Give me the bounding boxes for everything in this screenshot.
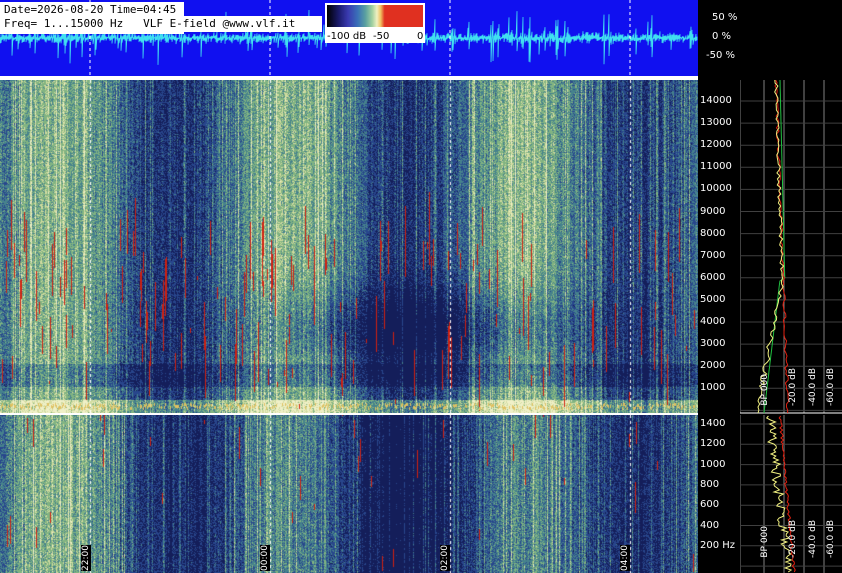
waveform-scale-zero: 0 % [712,31,732,42]
colorbar-label-mid: -50 [373,31,390,42]
freq-low-label: 400 [700,519,720,531]
freq-low-label: 1400 [700,418,726,429]
freq-high-label: 6000 [700,271,726,283]
freq-high-label: 4000 [700,316,726,327]
freq-low-label: 1200 [700,438,726,450]
freq-high-label: 2000 [700,360,726,372]
bp-label-high-2: -40.0 dB [808,368,818,407]
bp-label-low-0: BP 000 [760,526,770,558]
freq-high-label: 13000 [700,117,732,129]
freq-low-label: 600 [700,499,720,511]
freq-high-label: 9000 [700,205,726,217]
bp-label-low-2: -40.0 dB [808,520,818,559]
spectrogram-low [0,415,698,573]
freq-low-label: 1000 [700,458,726,470]
time-label-2200: 22:00 [81,545,91,571]
spectrogram-high [0,80,698,413]
header-frequency-text: Freq= 1...15000 Hz VLF E-field @www.vlf.… [4,17,296,30]
freq-high-label: 1000 [700,382,726,394]
colorbar-label-max: 0 [417,31,424,42]
waveform-scale-pos50: 50 % [712,12,738,23]
colorbar: -100 dB -50 0 [325,3,425,43]
freq-high-label: 5000 [700,293,726,305]
freq-low-label: 800 [700,478,720,490]
time-label-0200: 02:00 [440,545,450,571]
spectrogram-low-canvas [0,415,698,573]
freq-high-label: 7000 [700,249,726,261]
freq-high-label: 3000 [700,338,726,350]
spectrum-curve-yellow-high [757,80,785,414]
time-label-0000: 00:00 [260,545,270,571]
freq-high-label: 8000 [700,227,726,239]
average-spectrum-panel [740,80,842,573]
freq-high-label: 12000 [700,139,732,151]
time-label-0400: 04:00 [620,545,630,571]
freq-low-label: 200 Hz [700,539,736,551]
bp-label-low-3: -60.0 dB [826,520,836,559]
bp-label-high-1: -20.0 dB [788,368,798,407]
colorbar-gradient [327,5,423,27]
freq-high-label: 11000 [700,161,732,173]
waveform-scale-neg50: -50 % [706,50,736,61]
spectrogram-high-canvas [0,80,698,413]
bp-label-low-1: -20.0 dB [788,520,798,559]
freq-high-label: 14000 [700,95,732,106]
bp-label-high-3: -60.0 dB [826,368,836,407]
colorbar-label-min: -100 dB [327,31,367,42]
header-frequency: Freq= 1...15000 Hz VLF E-field @www.vlf.… [0,16,322,32]
bp-label-high-0: BP 000 [760,374,770,406]
freq-high-label: 10000 [700,183,732,195]
